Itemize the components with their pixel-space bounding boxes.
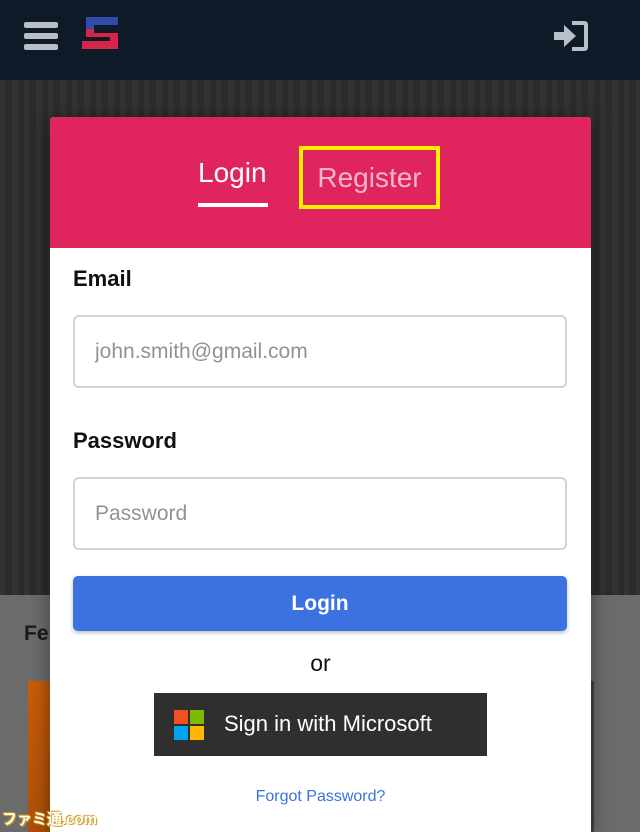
forgot-password-link[interactable]: Forgot Password? xyxy=(50,788,591,806)
site-logo[interactable] xyxy=(80,13,120,53)
or-divider-text: or xyxy=(310,650,331,676)
background-section-heading: Fe xyxy=(24,622,49,645)
login-modal: Login Register Email Password Login or S… xyxy=(50,117,591,832)
tab-register[interactable]: Register xyxy=(299,146,440,209)
watermark-logo: ファミ通.com xyxy=(2,811,98,828)
email-field[interactable] xyxy=(73,315,567,388)
password-field[interactable] xyxy=(73,477,567,550)
password-label: Password xyxy=(73,428,177,453)
sign-in-icon[interactable] xyxy=(552,19,590,53)
tab-login[interactable]: Login xyxy=(198,157,267,189)
microsoft-button-label: Sign in with Microsoft xyxy=(224,711,432,736)
hamburger-menu-icon[interactable] xyxy=(24,22,58,50)
email-label: Email xyxy=(73,266,132,291)
modal-header: Login Register xyxy=(50,117,591,248)
top-nav-bar xyxy=(0,0,640,80)
sign-in-with-microsoft-button[interactable]: Sign in with Microsoft xyxy=(154,693,487,756)
microsoft-logo-icon xyxy=(174,710,204,740)
login-button[interactable]: Login xyxy=(73,576,567,631)
active-tab-indicator xyxy=(198,203,268,207)
tab-register-label: Register xyxy=(317,161,422,193)
